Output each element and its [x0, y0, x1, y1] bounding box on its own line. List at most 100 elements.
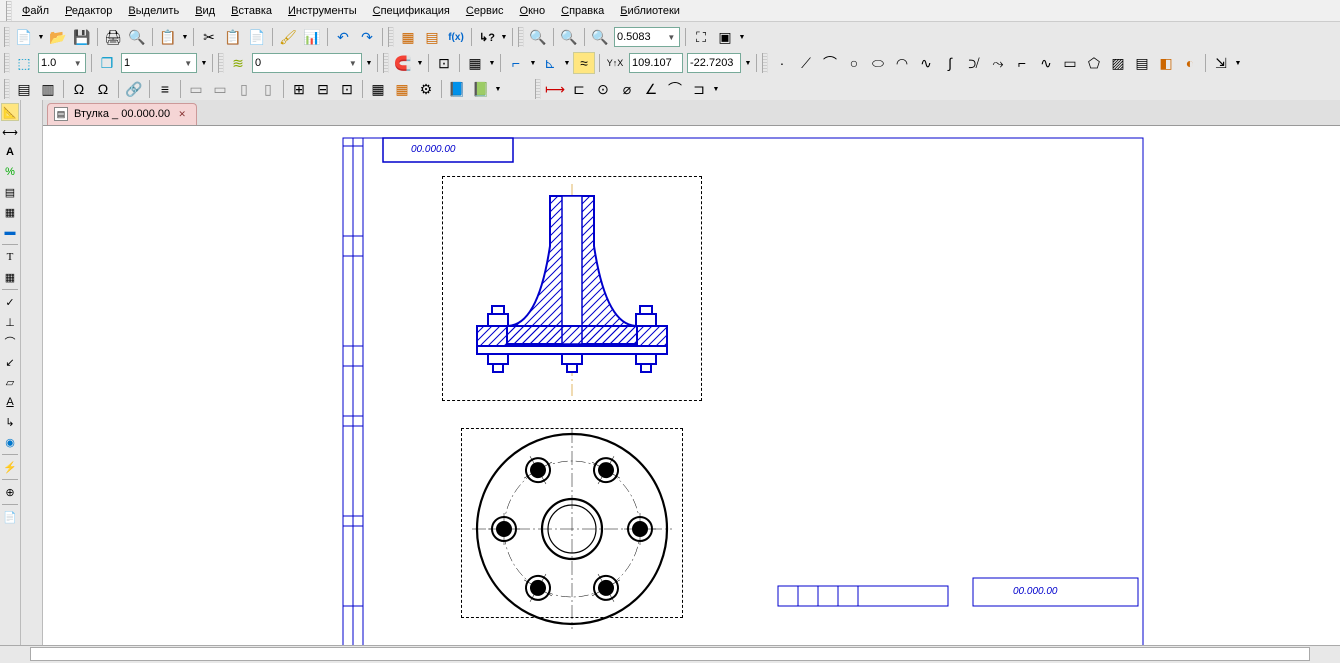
- spline-bezier-icon[interactable]: ⤳: [987, 52, 1009, 74]
- new-dropdown[interactable]: ▼: [36, 26, 46, 48]
- copy-icon[interactable]: 📋: [222, 26, 244, 48]
- equi-icon[interactable]: ◐: [1179, 52, 1201, 74]
- sort-icon[interactable]: ≡: [154, 78, 176, 100]
- geometry-tab-icon[interactable]: 📐: [1, 103, 19, 121]
- open-icon[interactable]: 📂: [47, 26, 69, 48]
- zoom-dropdown[interactable]: ▼: [737, 26, 747, 48]
- grip[interactable]: [4, 27, 10, 47]
- scale-input[interactable]: [41, 57, 73, 69]
- dim-radial-icon[interactable]: ⊙: [592, 78, 614, 100]
- coord-dropdown[interactable]: ▼: [743, 52, 753, 74]
- print-preview-icon[interactable]: 🔍: [126, 26, 148, 48]
- ortho-drawing-icon[interactable]: ⊾: [539, 52, 561, 74]
- grip[interactable]: [218, 53, 224, 73]
- measure-tab-icon[interactable]: ▬: [1, 223, 19, 241]
- menu-libraries[interactable]: Библиотеки: [612, 3, 688, 19]
- state-input[interactable]: [124, 57, 182, 69]
- dim-linear-icon[interactable]: ⟼: [544, 78, 566, 100]
- zoom-in-icon[interactable]: 🔍: [527, 26, 549, 48]
- curves-dropdown[interactable]: ▼: [1233, 52, 1243, 74]
- book2-icon[interactable]: 📗: [470, 78, 492, 100]
- row-icon[interactable]: ▭: [185, 78, 207, 100]
- cut-tab-icon[interactable]: A: [1, 393, 19, 411]
- dim-chain-icon[interactable]: ⊐: [688, 78, 710, 100]
- close-icon[interactable]: ✕: [176, 108, 188, 120]
- grip[interactable]: [762, 53, 768, 73]
- zoom-input[interactable]: [617, 31, 666, 43]
- col-icon[interactable]: ▯: [233, 78, 255, 100]
- grip[interactable]: [535, 79, 541, 99]
- symbols-tab-icon[interactable]: %: [1, 163, 19, 181]
- spline-nurbs-icon[interactable]: ∫: [939, 52, 961, 74]
- base-tab-icon[interactable]: ⊥: [1, 313, 19, 331]
- rough-tab-icon[interactable]: ✓: [1, 293, 19, 311]
- col2-icon[interactable]: ▯: [257, 78, 279, 100]
- spline-arc2-icon[interactable]: ◠: [891, 52, 913, 74]
- preview-dropdown[interactable]: ▼: [180, 26, 190, 48]
- spline-tangent-icon[interactable]: ⟉: [963, 52, 985, 74]
- help-pointer-icon[interactable]: ↳?: [476, 26, 498, 48]
- menu-tools[interactable]: Инструменты: [280, 3, 365, 19]
- view-tab-icon[interactable]: ▱: [1, 373, 19, 391]
- spec2-icon[interactable]: ▥: [37, 78, 59, 100]
- select-tab-icon[interactable]: T: [1, 248, 19, 266]
- menu-select[interactable]: Выделить: [120, 3, 187, 19]
- autoCAD-icon[interactable]: ◧: [1155, 52, 1177, 74]
- arc-tab-icon[interactable]: ⌒: [1, 333, 19, 351]
- coord-y-input[interactable]: [690, 57, 738, 69]
- dim-diam-icon[interactable]: ⌀: [616, 78, 638, 100]
- cut-icon[interactable]: ✂: [198, 26, 220, 48]
- spline-multi-icon[interactable]: ∿: [1035, 52, 1057, 74]
- dim-arc-icon[interactable]: ⌒: [664, 78, 686, 100]
- dimensions-tab-icon[interactable]: ⟷: [1, 123, 19, 141]
- spline-point-icon[interactable]: ·: [771, 52, 793, 74]
- text-tab-icon[interactable]: A: [1, 143, 19, 161]
- menu-window[interactable]: Окно: [512, 3, 554, 19]
- dim-angle-icon[interactable]: ∠: [640, 78, 662, 100]
- spline-ellipse-icon[interactable]: ⬭: [867, 52, 889, 74]
- undo-icon[interactable]: ↶: [332, 26, 354, 48]
- menu-editor[interactable]: Редактор: [57, 3, 120, 19]
- menu-view[interactable]: Вид: [187, 3, 223, 19]
- menu-specification[interactable]: Спецификация: [365, 3, 458, 19]
- fill-icon[interactable]: ▤: [1131, 52, 1153, 74]
- book-icon[interactable]: 📘: [446, 78, 468, 100]
- settings-icon[interactable]: ⚙: [415, 78, 437, 100]
- params-tab-icon[interactable]: ▦: [1, 203, 19, 221]
- grip[interactable]: [4, 79, 10, 99]
- zoom-out-icon[interactable]: 🔍: [558, 26, 580, 48]
- layer-input[interactable]: [255, 57, 347, 69]
- zoom-combo[interactable]: ▼: [614, 27, 680, 47]
- paste-icon[interactable]: 📄: [246, 26, 268, 48]
- ortho-icon[interactable]: ⬚: [13, 52, 35, 74]
- spline-line-icon[interactable]: ⟋: [795, 52, 817, 74]
- spec-icon[interactable]: ▤: [13, 78, 35, 100]
- layer-dropdown[interactable]: ▼: [364, 52, 374, 74]
- manager-icon[interactable]: ▦: [397, 26, 419, 48]
- zoom-window-icon[interactable]: ⛶: [690, 26, 712, 48]
- cs-dd[interactable]: ▼: [528, 52, 538, 74]
- build-tab-icon[interactable]: ◉: [1, 433, 19, 451]
- sheet-icon[interactable]: ▦: [367, 78, 389, 100]
- omega-icon[interactable]: Ω: [68, 78, 90, 100]
- spline-wave-icon[interactable]: ∿: [915, 52, 937, 74]
- scale-combo[interactable]: ▼: [38, 53, 86, 73]
- state-icon[interactable]: ❐: [96, 52, 118, 74]
- zoom-scale-icon[interactable]: 🔍: [589, 26, 611, 48]
- dim-aligned-icon[interactable]: ⊏: [568, 78, 590, 100]
- leader-tab-icon[interactable]: ↙: [1, 353, 19, 371]
- grip[interactable]: [518, 27, 524, 47]
- table-icon[interactable]: ⊞: [288, 78, 310, 100]
- menu-file[interactable]: Файл: [14, 3, 57, 19]
- row2-icon[interactable]: ▭: [209, 78, 231, 100]
- spec-tab-icon[interactable]: ▦: [1, 268, 19, 286]
- table2-icon[interactable]: ⊟: [312, 78, 334, 100]
- link-icon[interactable]: 🔗: [123, 78, 145, 100]
- coord-x-input[interactable]: [632, 57, 680, 69]
- coord-x[interactable]: [629, 53, 683, 73]
- grid-dropdown[interactable]: ▼: [487, 52, 497, 74]
- dim-dropdown[interactable]: ▼: [711, 78, 721, 100]
- omega2-icon[interactable]: Ω: [92, 78, 114, 100]
- spline-circle-icon[interactable]: ○: [843, 52, 865, 74]
- report-tab-icon[interactable]: 📄: [1, 508, 19, 526]
